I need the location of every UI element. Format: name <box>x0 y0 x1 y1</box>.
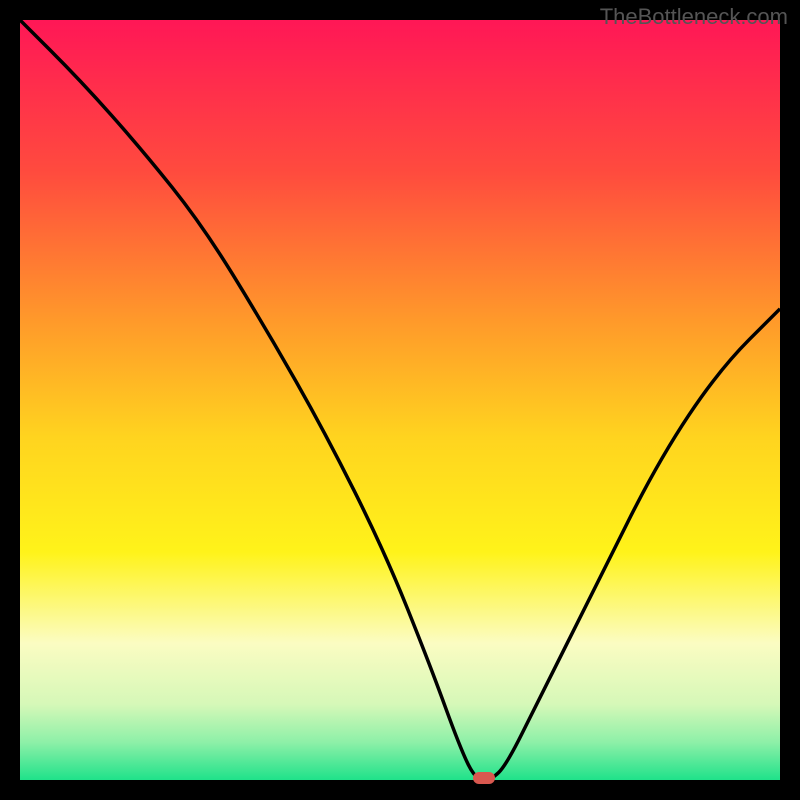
watermark-text: TheBottleneck.com <box>600 4 788 30</box>
chart-container <box>20 20 780 780</box>
bottleneck-curve-line <box>20 20 780 780</box>
optimal-point-marker <box>473 772 495 784</box>
curve-plot <box>20 20 780 780</box>
